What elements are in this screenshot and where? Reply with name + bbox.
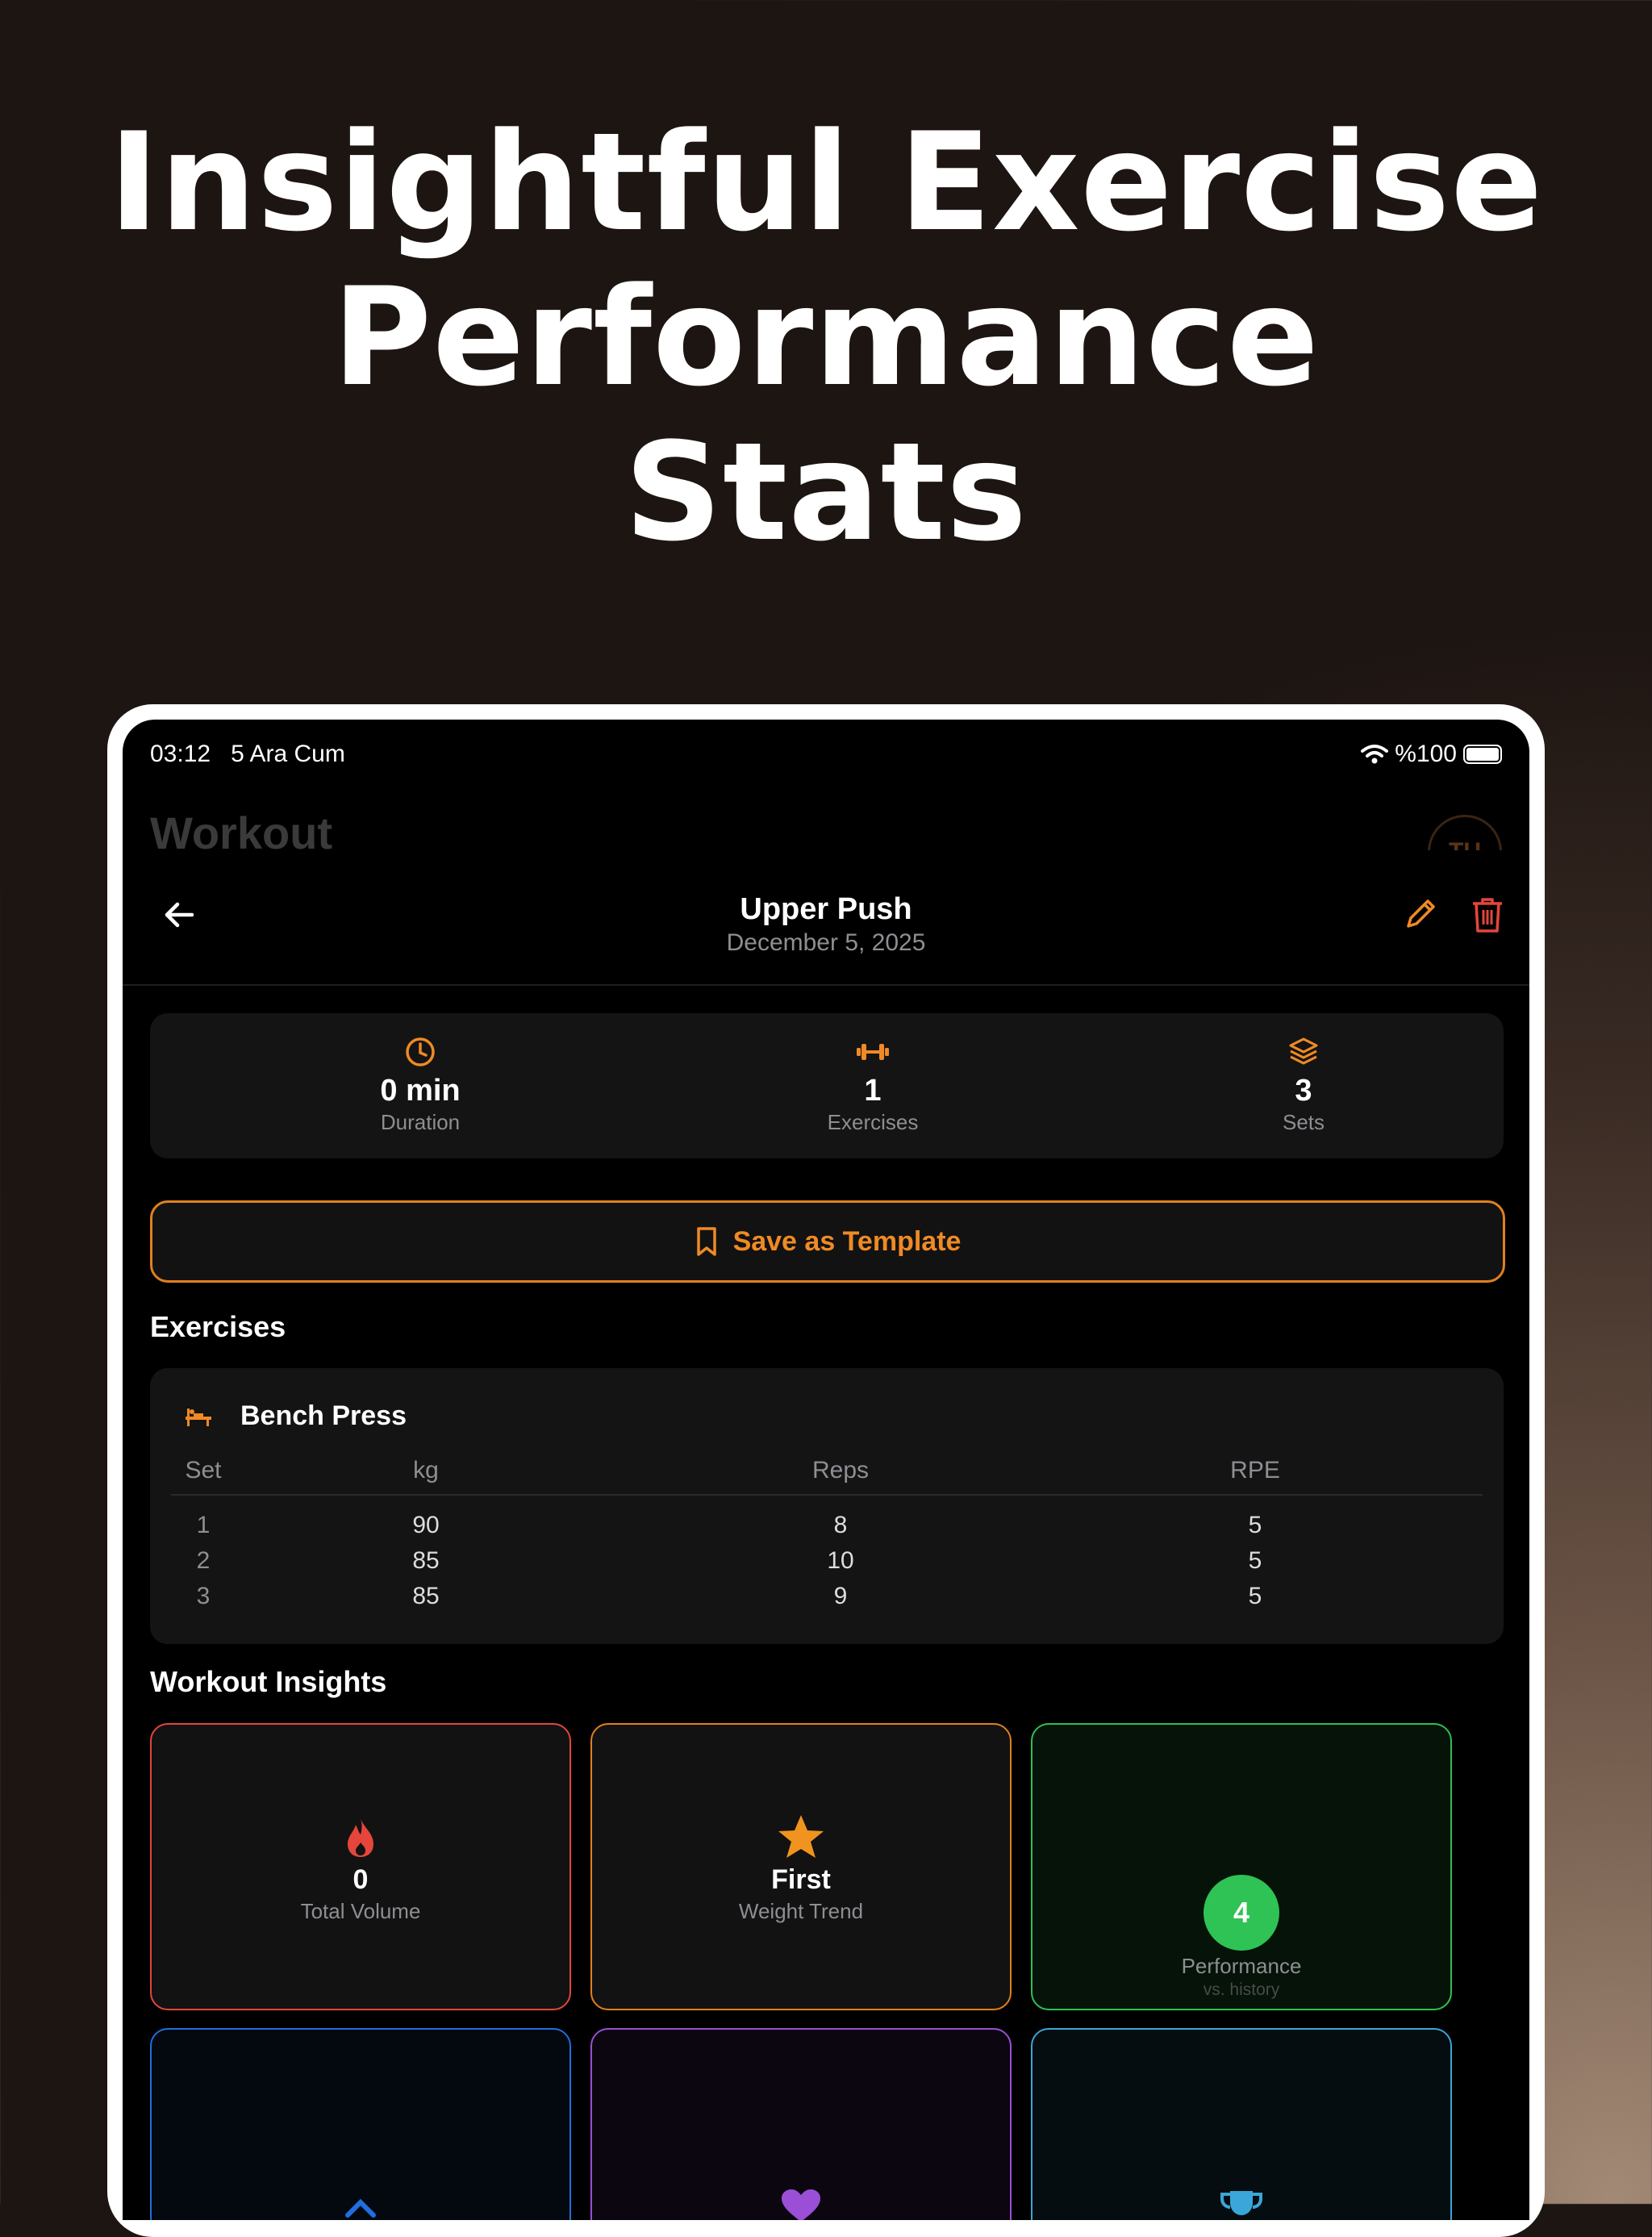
sets-table-header: Set kg Reps RPE	[171, 1457, 1483, 1496]
duration-value: 0 min	[380, 1074, 461, 1108]
duration-label: Duration	[380, 1110, 461, 1134]
insights-heading: Workout Insights	[150, 1665, 387, 1698]
header-kg: kg	[413, 1457, 439, 1484]
weight-trend-value: First	[771, 1864, 831, 1895]
battery-percent: %100	[1395, 741, 1457, 767]
bookmark-icon	[696, 1227, 716, 1256]
headline-line-2: Performance	[332, 258, 1320, 416]
battery-icon	[1463, 745, 1502, 764]
table-row: 3 85 9 5	[171, 1583, 1483, 1618]
sets-label: Sets	[1282, 1110, 1325, 1134]
total-volume-label: Total Volume	[300, 1899, 421, 1923]
cell-set: 3	[196, 1583, 211, 1609]
cell-set: 2	[196, 1547, 211, 1574]
headline-line-3: Stats	[624, 413, 1028, 571]
trophy-icon	[1220, 2191, 1262, 2215]
cell-kg: 90	[412, 1512, 440, 1538]
total-volume-value: 0	[353, 1864, 369, 1895]
trash-icon[interactable]	[1470, 895, 1505, 934]
flame-icon	[348, 1818, 373, 1857]
workout-detail-sheet: Upper Push December 5, 2025 0 min Durati…	[123, 850, 1529, 2220]
stat-exercises: 1 Exercises	[752, 1013, 994, 1158]
star-icon	[778, 1815, 824, 1858]
layers-icon	[1289, 1037, 1318, 1065]
sets-value: 3	[1295, 1074, 1312, 1108]
bench-press-icon	[186, 1409, 211, 1426]
table-row: 2 85 10 5	[171, 1547, 1483, 1583]
exercise-name: Bench Press	[240, 1400, 407, 1431]
insight-card-blue[interactable]	[150, 2028, 571, 2220]
performance-sublabel: vs. history	[1203, 1980, 1280, 1999]
heart-icon	[782, 2189, 820, 2220]
headline: Insightful Exercise Performance Stats	[0, 105, 1652, 570]
status-date: 5 Ara Cum	[231, 741, 345, 767]
status-time: 03:12	[150, 741, 211, 767]
exercise-card[interactable]: Bench Press Set kg Reps RPE 1 90 8 5 2 8…	[150, 1368, 1504, 1644]
table-row: 1 90 8 5	[171, 1512, 1483, 1547]
insight-card-purple[interactable]	[590, 2028, 1012, 2220]
nav-bar: Upper Push December 5, 2025	[123, 850, 1529, 986]
cell-reps: 10	[827, 1547, 854, 1574]
weight-trend-label: Weight Trend	[738, 1899, 864, 1923]
clock-icon	[406, 1037, 435, 1066]
insight-card-performance[interactable]: 4 Performance vs. history	[1031, 1723, 1452, 2010]
wifi-icon	[1361, 745, 1389, 764]
exercises-label: Exercises	[827, 1110, 919, 1134]
exercises-heading: Exercises	[150, 1310, 286, 1343]
cell-rpe: 5	[1248, 1512, 1262, 1538]
exercises-value: 1	[864, 1074, 882, 1108]
cell-rpe: 5	[1248, 1547, 1262, 1574]
stat-sets: 3 Sets	[1183, 1013, 1425, 1158]
insight-card-light-blue[interactable]	[1031, 2028, 1452, 2220]
cell-reps: 8	[833, 1512, 848, 1538]
pencil-icon[interactable]	[1404, 895, 1439, 931]
header-rpe: RPE	[1230, 1457, 1280, 1484]
save-as-template-button[interactable]: Save as Template	[150, 1200, 1505, 1283]
cell-kg: 85	[412, 1583, 440, 1609]
cell-set: 1	[196, 1512, 211, 1538]
dumbbell-icon	[345, 2198, 376, 2218]
header-reps: Reps	[811, 1457, 870, 1484]
workout-summary: 0 min Duration 1 Exercises 3 Sets	[150, 1013, 1504, 1158]
cell-rpe: 5	[1248, 1583, 1262, 1609]
cell-reps: 9	[833, 1583, 848, 1609]
workout-title: Upper Push	[740, 892, 912, 926]
headline-line-1: Insightful Exercise	[108, 103, 1544, 261]
performance-value: 4	[1233, 1896, 1250, 1929]
workout-date: December 5, 2025	[726, 929, 926, 956]
stat-duration: 0 min Duration	[299, 1013, 541, 1158]
header-set: Set	[185, 1457, 222, 1484]
tablet-screen: 03:12 5 Ara Cum %100 Workout TU Upper Pu…	[123, 720, 1529, 2220]
cell-kg: 85	[412, 1547, 440, 1574]
performance-label: Performance	[1181, 1954, 1302, 1978]
insight-card-weight-trend[interactable]: First Weight Trend	[590, 1723, 1012, 2010]
insight-card-total-volume[interactable]: 0 Total Volume	[150, 1723, 571, 2010]
performance-score-circle: 4	[1204, 1875, 1279, 1951]
dumbbell-icon	[857, 1044, 889, 1060]
save-as-template-label: Save as Template	[732, 1225, 962, 1257]
status-bar: 03:12 5 Ara Cum %100	[150, 731, 1502, 771]
